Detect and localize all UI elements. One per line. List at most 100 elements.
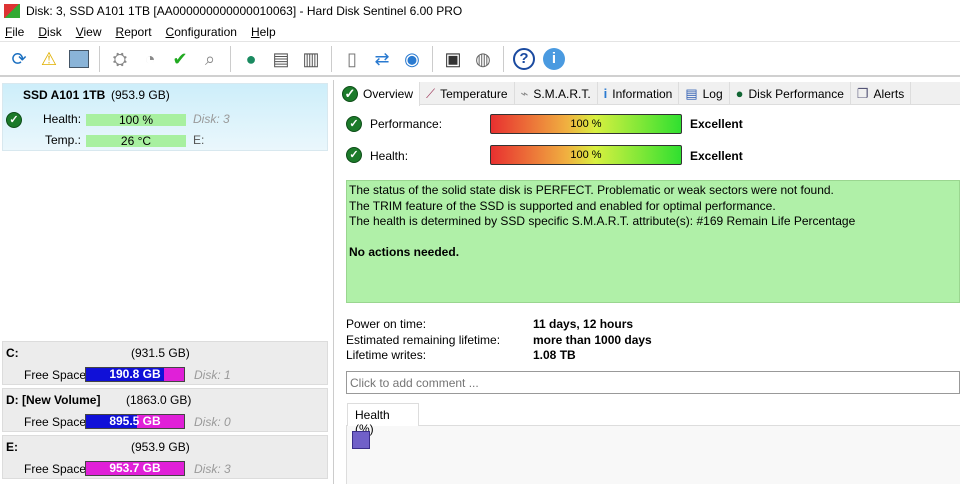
power-on-value: 11 days, 12 hours xyxy=(533,317,634,331)
save-icon[interactable] xyxy=(352,431,370,449)
tab-overview[interactable]: ✓ Overview xyxy=(336,82,421,106)
toolbar-separator xyxy=(230,46,231,72)
performance-rating: Excellent xyxy=(690,117,743,131)
comment-input[interactable] xyxy=(346,371,960,394)
toolbar-separator xyxy=(331,46,332,72)
health-bar: 100 % xyxy=(86,114,186,126)
tab-label: Disk Performance xyxy=(748,86,844,101)
tab-log[interactable]: ▤ Log xyxy=(679,82,730,105)
volume-name: C: xyxy=(6,346,19,360)
performance-ok-icon: ✓ xyxy=(346,116,362,132)
info-icon[interactable]: i xyxy=(541,46,567,72)
free-space-label: Free Space xyxy=(24,415,87,429)
alert-icon[interactable]: ⚠ xyxy=(36,46,62,72)
tab-disk-performance[interactable]: ● Disk Performance xyxy=(730,82,851,105)
remaining-lifetime-value: more than 1000 days xyxy=(533,333,652,347)
sound-icon[interactable]: ◍ xyxy=(470,46,496,72)
pages-icon: ❐ xyxy=(856,85,869,101)
performance-label: Performance: xyxy=(370,117,443,131)
tab-label: Temperature xyxy=(440,86,508,101)
disk-print-icon[interactable]: ▥ xyxy=(298,46,324,72)
volume-disk: Disk: 3 xyxy=(194,462,231,476)
thermometer-icon: ⟋ xyxy=(426,85,436,101)
toolbar-separator xyxy=(99,46,100,72)
toolbar: ⟳ ⚠ ⛭ ◔ ✔ ⌕ ● ▤ ▥ ▯ ⇄ ◉ ▣ ◍ ? i xyxy=(0,43,960,77)
volume-disk: Disk: 0 xyxy=(194,415,231,429)
drive-letter: E: xyxy=(193,133,205,147)
disk-search-icon[interactable]: ⌕ xyxy=(197,46,223,72)
action-text: No actions needed. xyxy=(349,244,460,259)
menu-configuration[interactable]: Configuration xyxy=(166,25,237,39)
disk-check-icon[interactable]: ✔ xyxy=(167,46,193,72)
volume-name: E: xyxy=(6,440,18,454)
title-bar: Disk: 3, SSD A101 1TB [AA000000000000010… xyxy=(0,0,960,21)
performance-bar: 100 % xyxy=(490,114,682,134)
tab-label: Information xyxy=(612,86,673,101)
status-message-box: The status of the solid state disk is PE… xyxy=(346,180,960,303)
tab-information[interactable]: i Information xyxy=(598,82,680,105)
tab-label: Log xyxy=(702,86,723,101)
disk-card[interactable]: SSD A101 1TB (953.9 GB) ✓ Health: 100 % … xyxy=(2,83,328,151)
disk-timer-icon[interactable]: ◔ xyxy=(137,46,163,72)
free-space-value: 895.5 GB xyxy=(109,414,161,428)
tab-label: Alerts xyxy=(873,86,905,101)
tab-bar: ✓ Overview ⟋ Temperature ⌁ S.M.A.R.T. i Info… xyxy=(336,82,960,106)
volume-disk: Disk: 1 xyxy=(194,368,231,382)
disk-settings-icon[interactable]: ⛭ xyxy=(107,46,133,72)
status-line: The status of the solid state disk is PE… xyxy=(349,183,834,197)
toolbar-separator xyxy=(432,46,433,72)
free-space-bar: 953.7 GB xyxy=(85,461,185,476)
lifetime-writes-value: 1.08 TB xyxy=(533,348,576,362)
status-line: The health is determined by SSD specific… xyxy=(349,214,856,228)
free-space-label: Free Space xyxy=(24,368,87,382)
internet-icon[interactable]: ● xyxy=(238,46,264,72)
remaining-lifetime-label: Estimated remaining lifetime: xyxy=(346,333,501,347)
disk-icon[interactable] xyxy=(66,46,92,72)
menu-disk[interactable]: Disk xyxy=(38,25,61,39)
help-icon[interactable]: ? xyxy=(511,46,537,72)
monitor-icon[interactable]: ▣ xyxy=(440,46,466,72)
check-icon: ✓ xyxy=(342,86,358,102)
volume-e[interactable]: E: (953.9 GB) Free Space 953.7 GB Disk: … xyxy=(2,435,328,479)
tab-temperature[interactable]: ⟋ Temperature xyxy=(420,82,515,105)
health-label: Health: xyxy=(370,149,409,163)
report-icon[interactable]: ▯ xyxy=(339,46,365,72)
tab-alerts[interactable]: ❐ Alerts xyxy=(851,82,912,105)
info-icon: i xyxy=(603,86,608,101)
volume-name: D: [New Volume] xyxy=(6,393,101,407)
refresh-icon[interactable]: ⟳ xyxy=(6,46,32,72)
health-chart-panel xyxy=(346,425,960,484)
menu-report[interactable]: Report xyxy=(116,25,152,39)
volume-d[interactable]: D: [New Volume] (1863.0 GB) Free Space 8… xyxy=(2,388,328,432)
app-icon xyxy=(4,3,20,18)
volume-size: (1863.0 GB) xyxy=(126,393,192,407)
free-space-bar: 895.5 GB xyxy=(85,414,185,429)
free-space-value: 953.7 GB xyxy=(109,461,161,475)
tab-label: Overview xyxy=(363,87,414,101)
disk-size: (953.9 GB) xyxy=(111,88,170,102)
volume-size: (953.9 GB) xyxy=(131,440,190,454)
lifetime-writes-label: Lifetime writes: xyxy=(346,348,427,362)
menu-file[interactable]: File xyxy=(5,25,24,39)
network-icon[interactable]: ◉ xyxy=(399,46,425,72)
disk-copy-icon[interactable]: ▤ xyxy=(268,46,294,72)
menu-help[interactable]: Help xyxy=(251,25,276,39)
tab-smart[interactable]: ⌁ S.M.A.R.T. xyxy=(515,82,598,105)
health-ok-icon: ✓ xyxy=(346,147,362,163)
power-on-label: Power on time: xyxy=(346,317,427,331)
sync-icon[interactable]: ⇄ xyxy=(369,46,395,72)
tab-health-chart[interactable]: Health (%) xyxy=(347,403,419,436)
temp-bar: 26 °C xyxy=(86,135,186,147)
toolbar-separator xyxy=(503,46,504,72)
window-title: Disk: 3, SSD A101 1TB [AA000000000000010… xyxy=(26,3,463,18)
disk-number: Disk: 3 xyxy=(193,112,230,126)
volume-c[interactable]: C: (931.5 GB) Free Space 190.8 GB Disk: … xyxy=(2,341,328,385)
tab-label: S.M.A.R.T. xyxy=(533,86,591,101)
health-label: Health: xyxy=(43,112,82,126)
menu-bar: File Disk View Report Configuration Help xyxy=(0,22,960,42)
free-space-label: Free Space xyxy=(24,462,87,476)
menu-view[interactable]: View xyxy=(76,25,102,39)
disk-icon: ⌁ xyxy=(520,85,529,101)
health-bar: 100 % xyxy=(490,145,682,165)
disk-list-panel: SSD A101 1TB (953.9 GB) ✓ Health: 100 % … xyxy=(0,80,334,484)
